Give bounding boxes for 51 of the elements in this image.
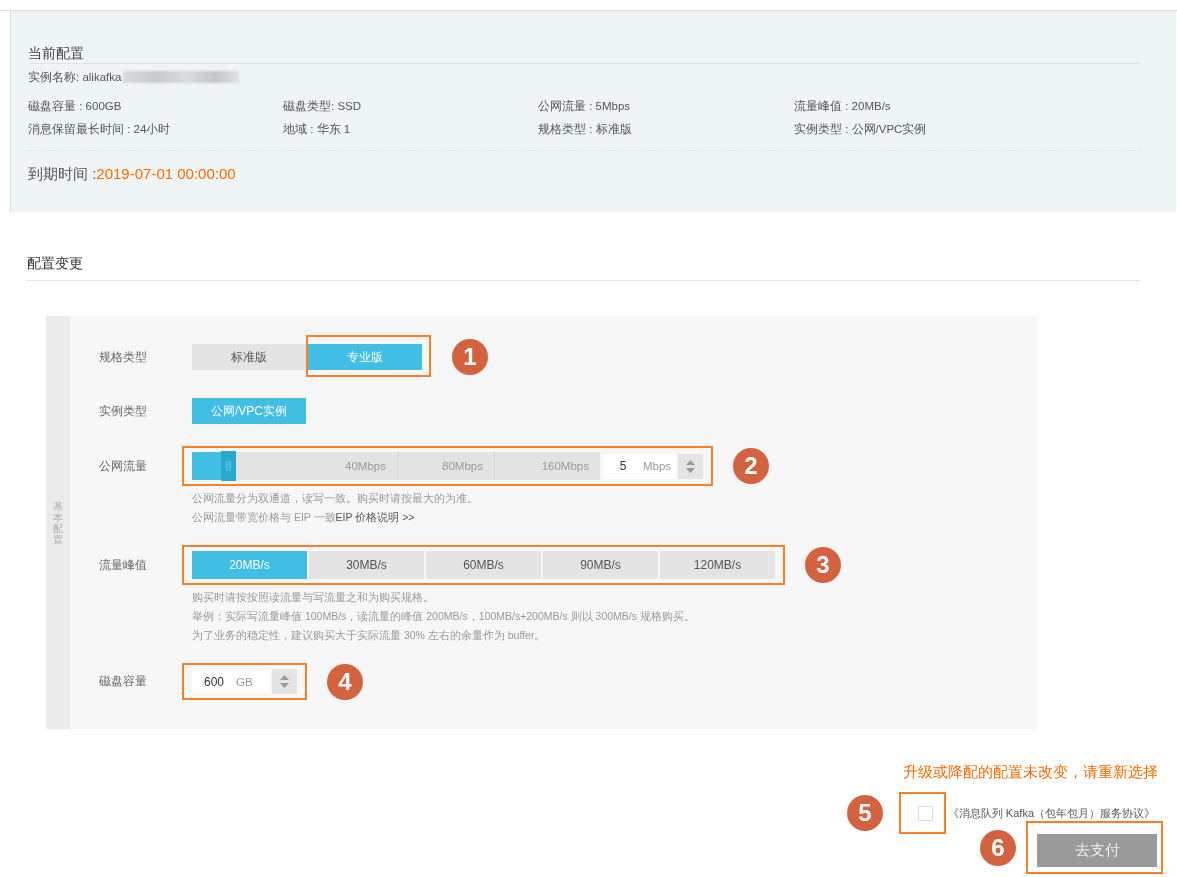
step-badge: 6: [980, 829, 1016, 866]
config-field: 磁盘类型: SSD: [283, 98, 538, 114]
help-text: 公网流量分为双通道，读写一致。购买时请按最大的为准。: [192, 491, 479, 506]
spinner-control[interactable]: [272, 669, 297, 694]
field-label: 公网流量: [99, 457, 148, 475]
field-label: 流量峰值: [99, 556, 148, 574]
tick-label: 80Mbps: [398, 452, 495, 480]
help-text: 购买时请按按照读流量与写流量之和为购买规格。: [192, 590, 435, 605]
help-link[interactable]: EIP 价格说明 >>: [335, 511, 415, 523]
number-input[interactable]: 600: [192, 674, 236, 689]
field-label: 实例类型: [99, 402, 148, 420]
agreement-link[interactable]: 《消息队列 Kafka（包年包月）服务协议》: [947, 805, 1155, 821]
spinner-control[interactable]: [678, 453, 703, 479]
instance-name: 实例名称: alikafka: [28, 69, 122, 85]
unit-label: Mbps: [643, 460, 672, 472]
expiry-time: 到期时间 :2019-07-01 00:00:00: [28, 164, 237, 184]
help-text: 公网流量带宽价格与 EIP 一致EIP 价格说明 >>: [192, 510, 416, 525]
number-input[interactable]: 5: [603, 459, 643, 473]
option-tab[interactable]: 60MB/s: [426, 551, 541, 579]
section-title: 配置变更: [27, 254, 84, 272]
config-field: 流量峰值 : 20MB/s: [794, 98, 1050, 114]
config-field: 磁盘容量 : 600GB: [28, 98, 283, 114]
step-badge: 3: [805, 547, 841, 583]
warning-text: 升级或降配的配置未改变，请重新选择: [903, 762, 1158, 782]
field-label: 磁盘容量: [99, 673, 148, 690]
step-badge: 4: [327, 663, 363, 700]
config-field: 地域 : 华东 1: [283, 121, 538, 137]
step-badge: 1: [452, 339, 488, 375]
caret-down-icon[interactable]: [280, 683, 289, 688]
option-tab[interactable]: 120MB/s: [660, 551, 775, 579]
option-tab[interactable]: 标准版: [192, 344, 306, 370]
number-field[interactable]: 600 GB: [192, 670, 270, 693]
config-field: 规格类型 : 标准版: [538, 121, 794, 137]
field-label: 规格类型: [99, 348, 148, 366]
step-badge: 5: [846, 795, 883, 831]
agreement-checkbox[interactable]: [918, 805, 934, 821]
config-field: 实例类型 : 公网/VPC实例: [794, 121, 1050, 137]
section-title: 当前配置: [28, 44, 85, 63]
help-text: 为了业务的稳定性，建议购买大于实际流量 30% 左右的余量作为 buffer。: [192, 628, 547, 643]
tick-label: 160Mbps: [540, 459, 590, 474]
unit-label: GB: [236, 675, 253, 688]
caret-up-icon[interactable]: [280, 675, 289, 680]
config-field: 公网流量 : 5Mbps: [538, 98, 794, 114]
caret-down-icon[interactable]: [686, 467, 695, 473]
caret-up-icon[interactable]: [686, 459, 695, 465]
help-text: 举例：实际写流量峰值 100MB/s，读流量的峰值 200MB/s，100MB/s+200MB/s 则以 300MB/s 规格购买。: [192, 609, 696, 624]
option-tab[interactable]: 90MB/s: [543, 551, 658, 579]
option-tab[interactable]: 30MB/s: [309, 551, 424, 579]
step-badge: 2: [733, 448, 769, 484]
number-field[interactable]: 5 Mbps: [603, 453, 676, 479]
config-field: 消息保留最长时间 : 24小时: [28, 121, 283, 137]
